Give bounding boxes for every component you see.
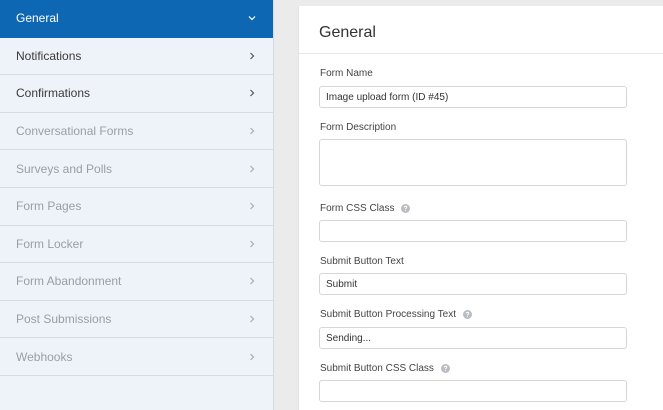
form-css-class-label: Form CSS Class [320,203,411,214]
sidebar-item-label: Notifications [16,48,82,63]
general-settings-panel: General Form Name Form Description Form … [298,6,663,410]
sidebar-item-form-locker[interactable]: Form Locker [0,225,273,264]
sidebar-item-surveys-and-polls[interactable]: Surveys and Polls [0,150,273,188]
form-description-label-text: Form Description [320,122,397,133]
submit-css-class-input[interactable] [319,380,627,402]
chevron-right-icon [247,276,257,286]
sidebar-item-label: Form Abandonment [16,274,122,289]
submit-button-text-label: Submit Button Text [320,256,404,267]
sidebar-item-form-abandonment[interactable]: Form Abandonment [0,263,273,301]
question-circle-icon[interactable] [463,310,472,319]
question-circle-icon[interactable] [401,204,411,213]
chevron-right-icon [247,201,257,211]
chevron-down-icon [247,13,257,23]
form-name-input[interactable] [319,86,627,108]
submit-button-text-label-text: Submit Button Text [320,256,404,267]
sidebar-item-post-submissions[interactable]: Post Submissions [0,300,273,339]
submit-button-text-input[interactable] [319,273,627,295]
submit-processing-text-input[interactable] [319,327,627,349]
sidebar-item-form-pages[interactable]: Form Pages [0,187,273,226]
sidebar-item-general[interactable]: General [0,0,273,38]
settings-sidebar: General Notifications Confirmations Conv… [0,0,274,410]
sidebar-item-label: Post Submissions [16,312,112,327]
sidebar-item-label: Confirmations [16,86,91,101]
chevron-right-icon [247,352,257,362]
form-css-class-label-text: Form CSS Class [320,203,395,214]
sidebar-item-notifications[interactable]: Notifications [0,37,273,76]
chevron-right-icon [247,164,257,174]
submit-processing-text-label: Submit Button Processing Text [320,309,472,320]
form-description-label: Form Description [320,122,396,133]
chevron-right-icon [247,51,257,61]
sidebar-item-label: Webhooks [16,349,73,364]
form-description-textarea[interactable] [319,139,627,186]
submit-css-class-label-text: Submit Button CSS Class [320,363,434,374]
chevron-right-icon [247,126,257,136]
sidebar-item-label: General [16,11,59,26]
sidebar-item-confirmations[interactable]: Confirmations [0,75,273,113]
chevron-right-icon [247,88,257,98]
sidebar-item-label: Conversational Forms [16,124,134,139]
form-name-label: Form Name [320,68,373,79]
sidebar-item-label: Form Pages [16,199,82,214]
chevron-right-icon [247,239,257,249]
question-circle-icon[interactable] [440,364,450,373]
sidebar-item-label: Form Locker [16,236,84,251]
sidebar-item-webhooks[interactable]: Webhooks [0,338,273,376]
title-divider [299,53,663,54]
form-css-class-input[interactable] [319,220,627,242]
submit-css-class-label: Submit Button CSS Class [320,363,450,374]
sidebar-item-label: Surveys and Polls [16,161,113,176]
sidebar-item-conversational-forms[interactable]: Conversational Forms [0,112,273,151]
panel-title: General [319,24,376,41]
chevron-right-icon [247,314,257,324]
form-name-label-text: Form Name [320,68,373,79]
submit-processing-text-label-text: Submit Button Processing Text [320,309,456,320]
